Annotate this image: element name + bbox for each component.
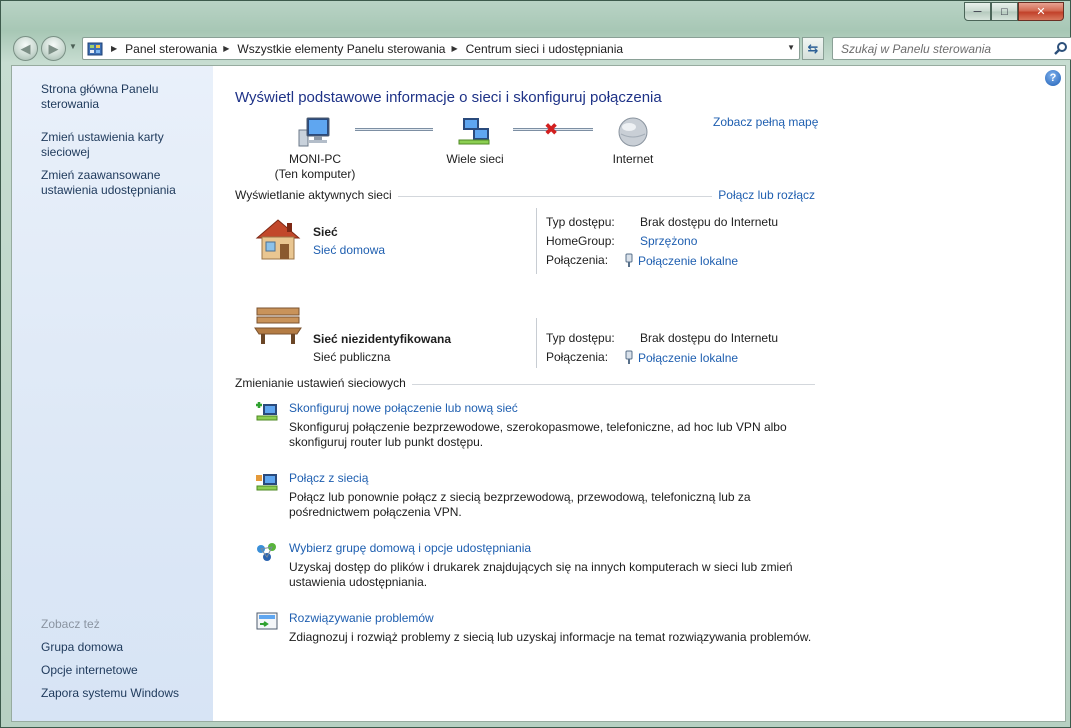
homegroup-icon <box>257 543 276 561</box>
bench-icon[interactable] <box>253 304 305 346</box>
access-type-label: Typ dostępu: <box>546 215 615 229</box>
map-node-multiple-networks[interactable]: Wiele sieci <box>435 116 515 167</box>
connections-value: Połączenie lokalne <box>624 350 738 365</box>
connections-value: Połączenie lokalne <box>624 253 738 268</box>
network-type: Sieć publiczna <box>313 350 391 364</box>
setup-connection-link[interactable]: Skonfiguruj nowe połączenie lub nową sie… <box>289 401 518 415</box>
task-homegroup-sharing: Wybierz grupę domową i opcje udostępnian… <box>235 541 815 591</box>
troubleshoot-icon <box>256 612 278 630</box>
network-name: Sieć <box>313 225 338 239</box>
client-area: Strona główna Panelu sterowania Zmień us… <box>11 65 1066 722</box>
sidebar-link-internet-options[interactable]: Opcje internetowe <box>41 663 206 678</box>
caption-buttons: ─ □ ✕ <box>964 2 1064 21</box>
sidebar-link-change-adapter-settings[interactable]: Zmień ustawienia karty sieciowej <box>41 130 206 160</box>
local-connection-link[interactable]: Połączenie lokalne <box>638 254 738 268</box>
multiple-networks-label: Wiele sieci <box>446 152 504 166</box>
breadcrumb-separator-icon[interactable]: ▶ <box>451 44 457 53</box>
troubleshoot-description: Zdiagnozuj i rozwiąż problemy z siecią l… <box>289 630 812 644</box>
network-type-link[interactable]: Sieć domowa <box>313 243 385 257</box>
address-dropdown-icon[interactable]: ▼ <box>787 43 795 52</box>
control-panel-window: ─ □ ✕ ◀ ▶ ▼ ▶ Panel sterowania ▶ Wszystk… <box>0 0 1071 728</box>
connection-line <box>355 128 433 131</box>
address-row: ◀ ▶ ▼ ▶ Panel sterowania ▶ Wszystkie ele… <box>11 34 1071 61</box>
troubleshoot-link[interactable]: Rozwiązywanie problemów <box>289 611 434 625</box>
control-panel-icon <box>87 42 103 55</box>
minimize-button[interactable]: ─ <box>964 2 991 21</box>
help-icon[interactable]: ? <box>1045 70 1061 86</box>
breadcrumb-control-panel[interactable]: Panel sterowania <box>125 42 217 56</box>
search-box <box>832 37 1071 60</box>
active-networks-header: Wyświetlanie aktywnych sieci Połącz lub … <box>235 188 815 204</box>
arrow-left-icon: ◀ <box>20 40 31 56</box>
forward-button[interactable]: ▶ <box>41 36 66 61</box>
network-icon <box>458 118 490 145</box>
map-node-this-computer[interactable]: MONI-PC (Ten komputer) <box>265 116 365 182</box>
see-full-map-link[interactable]: Zobacz pełną mapę <box>713 115 818 129</box>
disconnected-x-icon: ✖ <box>544 120 559 139</box>
globe-icon <box>618 117 648 147</box>
refresh-button[interactable]: ⇆ <box>802 37 824 60</box>
see-also-title: Zobacz też <box>41 617 100 631</box>
network-entry-unidentified: Sieć niezidentyfikowana Sieć publiczna T… <box>235 304 815 368</box>
vertical-divider <box>536 208 537 274</box>
home-network-icon[interactable] <box>253 216 303 262</box>
change-settings-header: Zmienianie ustawień sieciowych <box>235 376 815 392</box>
sidebar-link-advanced-sharing[interactable]: Zmień zaawansowane ustawienia udostępnia… <box>41 168 206 198</box>
arrow-right-icon: ▶ <box>48 40 59 56</box>
access-type-label: Typ dostępu: <box>546 331 615 345</box>
back-button[interactable]: ◀ <box>13 36 38 61</box>
main-content: Wyświetl podstawowe informacje o sieci i… <box>235 66 818 721</box>
homegroup-sharing-link[interactable]: Wybierz grupę domową i opcje udostępnian… <box>289 541 531 555</box>
connections-label: Połączenia: <box>546 350 609 364</box>
connect-network-description: Połącz lub ponownie połącz z siecią bezp… <box>289 490 751 519</box>
setup-connection-description: Skonfiguruj połączenie bezprzewodowe, sz… <box>289 420 787 449</box>
access-type-value: Brak dostępu do Internetu <box>640 331 779 345</box>
maximize-button[interactable]: □ <box>991 2 1018 21</box>
connect-network-icon <box>256 474 278 491</box>
recent-pages-dropdown[interactable]: ▼ <box>69 42 77 51</box>
task-setup-connection: Skonfiguruj nowe połączenie lub nową sie… <box>235 401 815 451</box>
page-title: Wyświetl podstawowe informacje o sieci i… <box>235 89 662 106</box>
connect-or-disconnect-link[interactable]: Połącz lub rozłącz <box>712 188 815 202</box>
computer-icon <box>298 117 330 147</box>
search-icon[interactable] <box>1054 41 1068 58</box>
change-settings-title: Zmienianie ustawień sieciowych <box>235 376 412 390</box>
homegroup-sharing-description: Uzyskaj dostęp do plików i drukarek znaj… <box>289 560 793 589</box>
sidebar-link-control-panel-home[interactable]: Strona główna Panelu sterowania <box>41 82 206 112</box>
computer-name: MONI-PC <box>289 152 341 166</box>
connections-label: Połączenia: <box>546 253 609 267</box>
new-connection-icon <box>256 402 278 421</box>
sidebar-link-homegroup[interactable]: Grupa domowa <box>41 640 206 655</box>
network-name: Sieć niezidentyfikowana <box>313 332 452 346</box>
local-connection-link[interactable]: Połączenie lokalne <box>638 351 738 365</box>
close-button[interactable]: ✕ <box>1018 2 1064 21</box>
active-networks-title: Wyświetlanie aktywnych sieci <box>235 188 398 202</box>
access-type-value: Brak dostępu do Internetu <box>640 215 779 229</box>
breadcrumb-all-items[interactable]: Wszystkie elementy Panelu sterowania <box>237 42 445 56</box>
search-input[interactable] <box>841 41 1046 56</box>
sidebar-link-windows-firewall[interactable]: Zapora systemu Windows <box>41 686 206 701</box>
ethernet-icon <box>625 350 633 364</box>
internet-label: Internet <box>612 152 654 166</box>
computer-subtitle: (Ten komputer) <box>274 167 356 181</box>
address-bar[interactable]: ▶ Panel sterowania ▶ Wszystkie elementy … <box>82 37 800 60</box>
breadcrumb-separator-icon[interactable]: ▶ <box>223 44 229 53</box>
vertical-divider <box>536 318 537 368</box>
ethernet-icon <box>625 253 633 267</box>
breadcrumb-network-center[interactable]: Centrum sieci i udostępniania <box>466 42 623 56</box>
refresh-icon: ⇆ <box>807 40 819 56</box>
task-connect-network: Połącz z siecią Połącz lub ponownie połą… <box>235 471 815 521</box>
connect-network-link[interactable]: Połącz z siecią <box>289 471 368 485</box>
homegroup-label: HomeGroup: <box>546 234 615 248</box>
task-troubleshoot: Rozwiązywanie problemów Zdiagnozuj i roz… <box>235 611 815 647</box>
map-node-internet[interactable]: Internet <box>603 116 663 167</box>
network-entry-home: Sieć Sieć domowa Typ dostępu: Brak dostę… <box>235 208 815 274</box>
homegroup-value-link[interactable]: Sprzężono <box>640 234 697 248</box>
breadcrumb-separator-icon[interactable]: ▶ <box>111 44 117 53</box>
sidebar: Strona główna Panelu sterowania Zmień us… <box>12 66 213 721</box>
